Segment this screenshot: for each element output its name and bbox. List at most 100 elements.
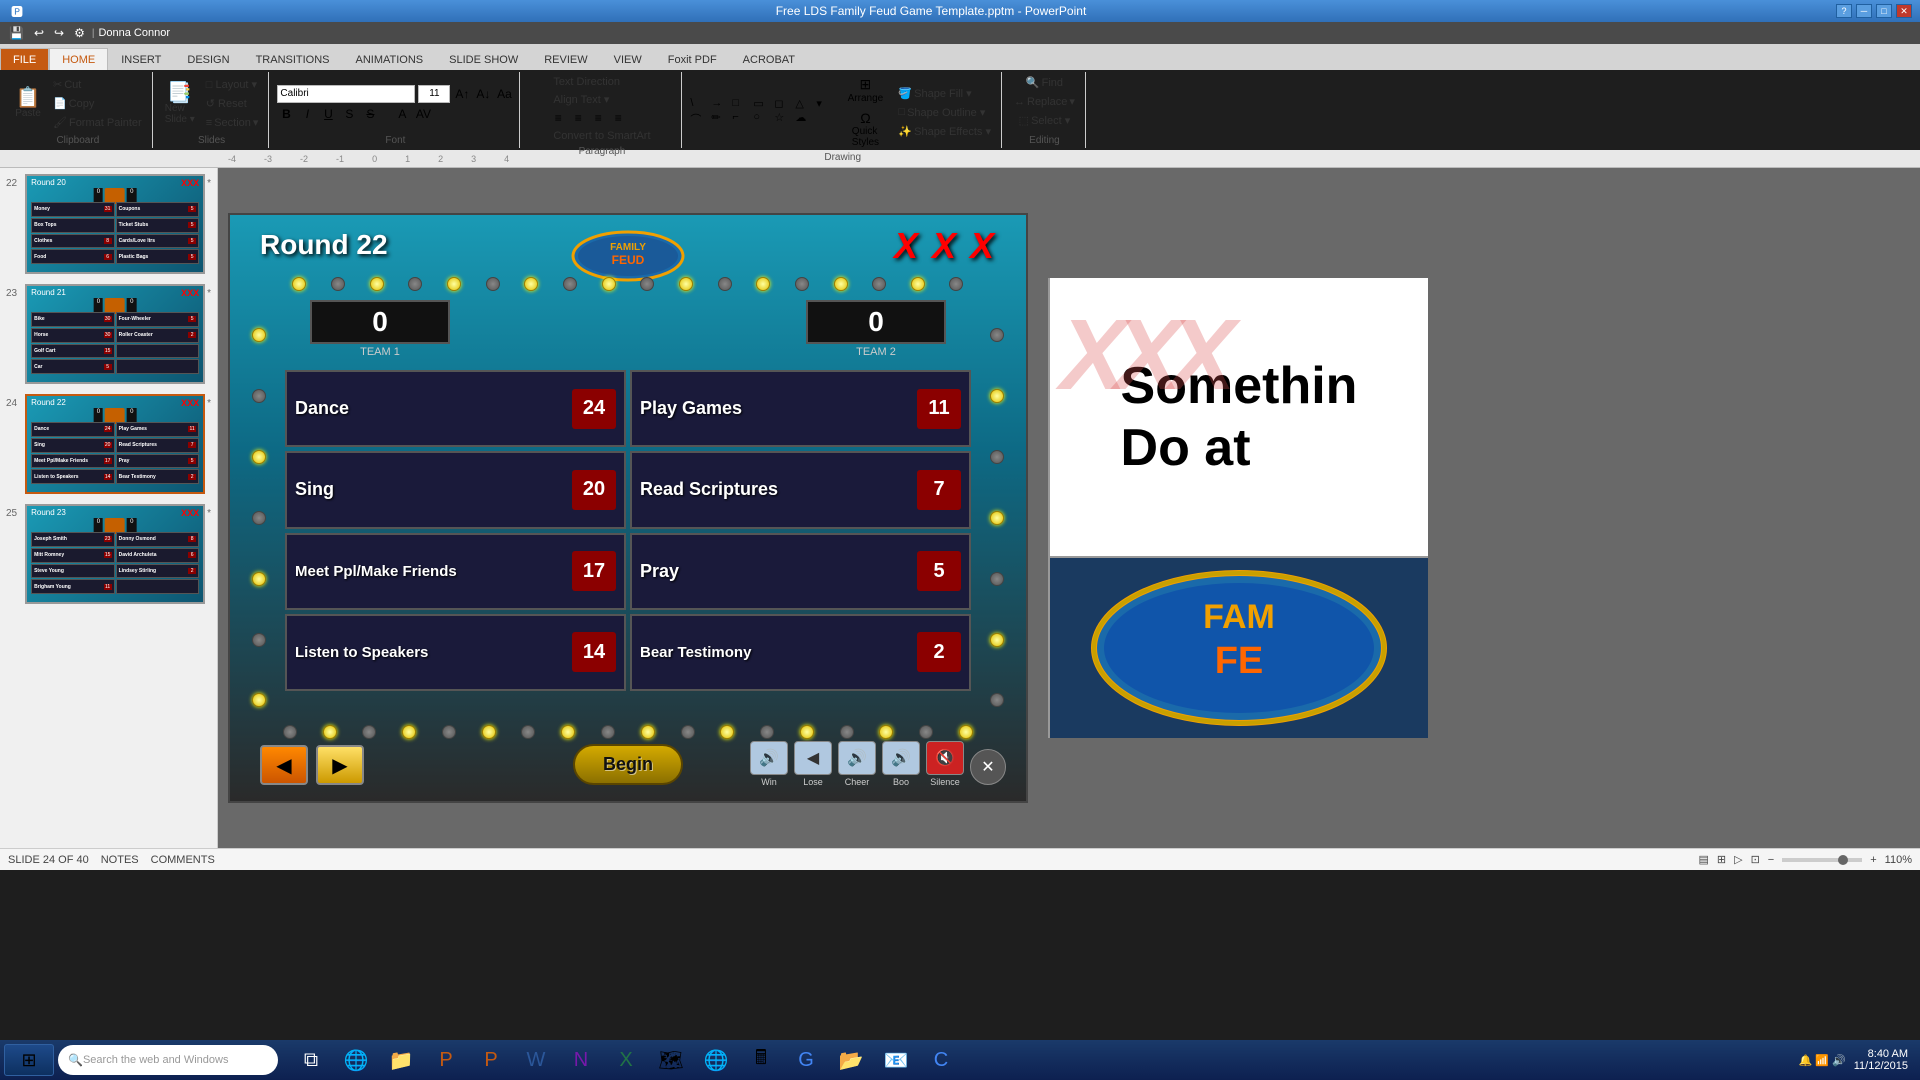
chrome-btn[interactable]: G — [785, 1042, 827, 1078]
arrange-btn[interactable]: ⊞ Arrange — [843, 74, 887, 106]
shape-outline-btn[interactable]: □ Shape Outline ▾ — [894, 104, 995, 121]
strikethrough-btn[interactable]: S — [361, 105, 379, 123]
help-btn[interactable]: ? — [1836, 4, 1852, 18]
prev-btn[interactable]: ◀ — [260, 745, 308, 785]
files-btn[interactable]: 📂 — [830, 1042, 872, 1078]
shape-effects-btn[interactable]: ✨ Shape Effects ▾ — [894, 123, 995, 140]
win-sound-btn[interactable]: 🔊 Win — [750, 741, 788, 787]
underline-btn[interactable]: U — [319, 105, 337, 123]
slideshow-btn[interactable]: ⊡ — [1751, 853, 1760, 866]
shape-freeform[interactable]: ✏ — [711, 111, 731, 127]
answer-cell-5[interactable]: Meet Ppl/Make Friends 17 — [285, 533, 626, 610]
customize-btn[interactable]: ⚙ — [71, 25, 88, 41]
format-painter-btn[interactable]: 🖌 Format Painter — [49, 114, 146, 131]
shape-conn[interactable]: ⌐ — [732, 111, 752, 127]
start-btn[interactable]: ⊞ — [4, 1044, 54, 1076]
notes-btn[interactable]: NOTES — [101, 854, 139, 866]
tab-view[interactable]: VIEW — [601, 48, 655, 70]
pp2-btn[interactable]: P — [470, 1042, 512, 1078]
shadow-btn[interactable]: S — [340, 105, 358, 123]
shape-more[interactable]: ▾ — [816, 97, 836, 110]
font-size-input[interactable] — [418, 85, 450, 103]
cut-btn[interactable]: ✂ Cut — [49, 76, 146, 93]
slide-thumb-24[interactable]: 24 Round 22 XXX 0 0 Dance24 Play Games11… — [4, 392, 213, 496]
shape-rect2[interactable]: ▭ — [753, 97, 773, 110]
shape-fill-btn[interactable]: 🪣 Shape Fill ▾ — [894, 85, 995, 102]
reading-view-btn[interactable]: ▷ — [1734, 853, 1742, 866]
comments-btn[interactable]: COMMENTS — [151, 854, 215, 866]
slide-canvas[interactable]: Round 22 X X X FAMILY FEUD — [228, 213, 1028, 803]
maximize-btn[interactable]: □ — [1876, 4, 1892, 18]
shape-circle[interactable]: ○ — [753, 111, 773, 127]
answer-cell-3[interactable]: Sing 20 — [285, 451, 626, 528]
slide-sorter-btn[interactable]: ⊞ — [1717, 853, 1726, 866]
reset-btn[interactable]: ↺ Reset — [202, 95, 263, 112]
shape-curve[interactable]: ⌒ — [690, 111, 710, 127]
layout-btn[interactable]: □ Layout ▾ — [202, 76, 263, 93]
outlook-btn[interactable]: 📧 — [875, 1042, 917, 1078]
redo-btn[interactable]: ↪ — [51, 25, 67, 41]
answer-cell-8[interactable]: Bear Testimony 2 — [630, 614, 971, 691]
onenote-btn[interactable]: N — [560, 1042, 602, 1078]
maps-btn[interactable]: 🗺 — [650, 1042, 692, 1078]
taskview-btn[interactable]: ⧉ — [290, 1042, 332, 1078]
tab-design[interactable]: DESIGN — [174, 48, 242, 70]
text-direction-btn[interactable]: Text Direction — [549, 74, 624, 90]
tab-insert[interactable]: INSERT — [108, 48, 174, 70]
answer-cell-1[interactable]: Dance 24 — [285, 370, 626, 447]
slide-thumb-23[interactable]: 23 Round 21 XXX 0 0 Bike30 Four-Wheeler5… — [4, 282, 213, 386]
clear-format-btn[interactable]: Aa — [495, 85, 513, 103]
zoom-out-btn[interactable]: − — [1768, 854, 1774, 866]
excel-btn[interactable]: X — [605, 1042, 647, 1078]
tab-transitions[interactable]: TRANSITIONS — [243, 48, 343, 70]
align-right-btn[interactable]: ≡ — [589, 109, 607, 127]
font-name-input[interactable] — [277, 85, 415, 103]
normal-view-btn[interactable]: ▤ — [1698, 853, 1708, 866]
shape-tri[interactable]: △ — [795, 97, 815, 110]
tab-animations[interactable]: ANIMATIONS — [343, 48, 437, 70]
silence-sound-btn[interactable]: 🔇 Silence — [926, 741, 964, 787]
bold-btn[interactable]: B — [277, 105, 295, 123]
minimize-btn[interactable]: ─ — [1856, 4, 1872, 18]
boo-sound-btn[interactable]: 🔊 Boo — [882, 741, 920, 787]
zoom-slider[interactable] — [1782, 858, 1862, 862]
shape-rect[interactable]: □ — [732, 97, 752, 110]
section-btn[interactable]: ≡ Section ▾ — [202, 114, 263, 131]
replace-btn[interactable]: ↔ Replace ▾ — [1010, 93, 1079, 110]
pp-btn[interactable]: P — [425, 1042, 467, 1078]
tab-review[interactable]: REVIEW — [531, 48, 600, 70]
tab-file[interactable]: FILE — [0, 48, 49, 70]
convert-smartart-btn[interactable]: Convert to SmartArt — [549, 128, 654, 144]
cheer-sound-btn[interactable]: 🔊 Cheer — [838, 741, 876, 787]
shape-call[interactable]: ☁ — [795, 111, 815, 127]
shape-rect3[interactable]: ◻ — [774, 97, 794, 110]
align-text-btn[interactable]: Align Text ▾ — [549, 91, 613, 108]
word-btn[interactable]: W — [515, 1042, 557, 1078]
save-btn[interactable]: 💾 — [6, 25, 27, 41]
lose-sound-btn[interactable]: ◀ Lose — [794, 741, 832, 787]
tab-foxit[interactable]: Foxit PDF — [655, 48, 730, 70]
explorer-btn[interactable]: 📁 — [380, 1042, 422, 1078]
italic-btn[interactable]: I — [298, 105, 316, 123]
answer-cell-4[interactable]: Read Scriptures 7 — [630, 451, 971, 528]
zoom-in-btn[interactable]: + — [1870, 854, 1876, 866]
edge-btn[interactable]: 🌐 — [695, 1042, 737, 1078]
tab-acrobat[interactable]: ACROBAT — [730, 48, 808, 70]
answer-cell-2[interactable]: Play Games 11 — [630, 370, 971, 447]
begin-btn[interactable]: Begin — [573, 744, 683, 785]
increase-font-btn[interactable]: A↑ — [453, 85, 471, 103]
decrease-font-btn[interactable]: A↓ — [474, 85, 492, 103]
window-controls[interactable]: ? ─ □ ✕ — [1836, 4, 1912, 18]
taskbar-search[interactable]: 🔍 Search the web and Windows — [58, 1045, 278, 1075]
paste-btn[interactable]: 📋 Paste — [10, 86, 46, 121]
new-slide-btn[interactable]: 📑 NewSlide ▾ — [161, 81, 199, 127]
slide-thumb-25[interactable]: 25 Round 23 XXX 0 0 Joseph Smith23 Donny… — [4, 502, 213, 606]
align-left-btn[interactable]: ≡ — [549, 109, 567, 127]
next-btn[interactable]: ▶ — [316, 745, 364, 785]
ie-btn[interactable]: 🌐 — [335, 1042, 377, 1078]
find-btn[interactable]: 🔍 Find — [1022, 74, 1067, 91]
tab-slideshow[interactable]: SLIDE SHOW — [436, 48, 531, 70]
font-color-btn[interactable]: A — [393, 105, 411, 123]
calc-btn[interactable]: 🖩 — [740, 1042, 782, 1078]
copy-btn[interactable]: 📄 Copy — [49, 95, 146, 112]
